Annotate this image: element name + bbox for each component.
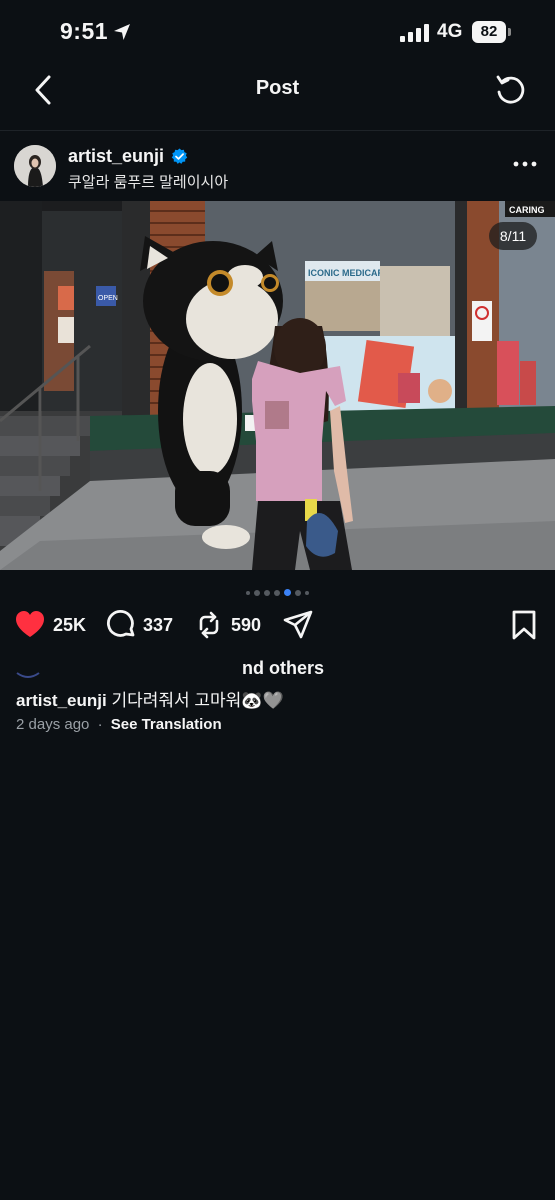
- carousel-dot-active: [284, 589, 291, 597]
- see-translation-link[interactable]: See Translation: [111, 716, 222, 733]
- photo-counter: 8/11: [489, 222, 537, 250]
- post-username[interactable]: artist_eunji: [68, 146, 164, 167]
- verified-icon: [171, 148, 188, 164]
- battery-icon: 82: [472, 21, 512, 43]
- caption-text: 기다려줘서 고마워🐼🩶: [111, 691, 284, 710]
- photo-scene: OPEN ICONIC MEDICARE CARING: [0, 201, 555, 570]
- avatar[interactable]: [14, 145, 56, 187]
- post-actions: 25K 337 590: [0, 605, 555, 645]
- post-header: artist_eunji 쿠알라 룸푸르 말레이시아: [0, 131, 555, 201]
- bookmark-icon[interactable]: [508, 609, 540, 641]
- liked-by-text: nd others: [242, 658, 325, 678]
- comment-icon[interactable]: [105, 609, 137, 641]
- battery-level: 82: [472, 21, 506, 43]
- carousel-dot: [264, 589, 270, 596]
- battery-tip: [508, 28, 511, 36]
- post-photo[interactable]: OPEN ICONIC MEDICARE CARING: [0, 201, 555, 570]
- open-sign: OPEN: [98, 295, 118, 302]
- page-title: Post: [255, 77, 300, 99]
- carousel-dot: [305, 590, 309, 595]
- nav-bar: Post: [0, 66, 555, 131]
- time-ago: 2 days ago: [16, 716, 90, 733]
- more-icon[interactable]: [512, 158, 538, 170]
- like-count[interactable]: 25K: [53, 615, 86, 636]
- repost-icon[interactable]: [193, 609, 225, 641]
- post-meta: 2 days ago · See Translation: [16, 716, 222, 733]
- carousel-dot: [295, 589, 301, 596]
- caption-username[interactable]: artist_eunji: [16, 691, 107, 710]
- status-time: 9:51: [60, 18, 109, 44]
- location-arrow-icon: [114, 24, 130, 40]
- share-icon[interactable]: [282, 609, 314, 641]
- carousel-dot: [246, 590, 250, 595]
- repost-count[interactable]: 590: [231, 615, 261, 636]
- meta-separator: ·: [97, 716, 103, 733]
- brand-sign: CARING: [509, 205, 545, 215]
- liked-by-avatar-edge: [16, 672, 40, 678]
- avatar-image: [14, 145, 56, 187]
- refresh-icon[interactable]: [494, 73, 528, 107]
- liked-by[interactable]: nd others: [16, 658, 324, 679]
- signal-icon: [400, 24, 429, 42]
- store-sign: ICONIC MEDICARE: [308, 268, 390, 278]
- post-location[interactable]: 쿠알라 룸푸르 말레이시아: [68, 171, 228, 192]
- caption: artist_eunji 기다려줘서 고마워🐼🩶: [16, 686, 284, 711]
- heart-icon[interactable]: [14, 609, 46, 641]
- status-bar: 9:51 4G 82: [0, 0, 555, 66]
- carousel-dot: [254, 589, 260, 596]
- carousel-dot: [274, 589, 280, 596]
- comment-count[interactable]: 337: [143, 615, 173, 636]
- network-label: 4G: [437, 21, 463, 42]
- carousel-indicator: [0, 584, 555, 597]
